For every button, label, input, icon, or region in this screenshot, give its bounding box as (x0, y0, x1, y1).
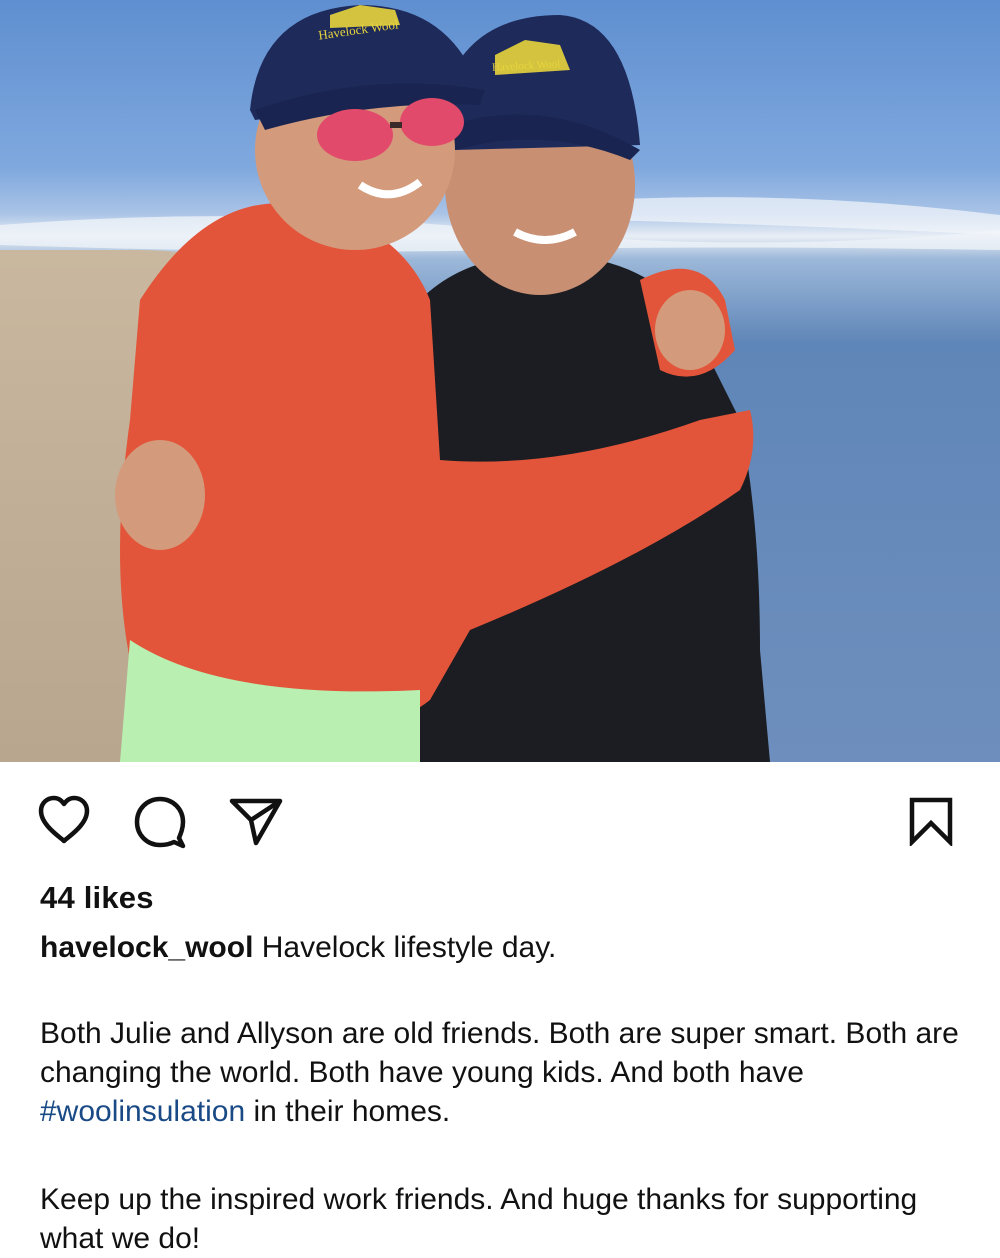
paragraph-2-text-before: Both Julie and Allyson are old friends. … (40, 1017, 959, 1089)
caption-username[interactable]: havelock_wool (40, 931, 253, 964)
hashtag-link[interactable]: #woolinsulation (40, 1095, 245, 1128)
post-photo[interactable]: Havelock Wool Havelock Wool (0, 0, 1000, 762)
photo-illustration (0, 5, 1000, 762)
bookmark-icon[interactable] (908, 796, 954, 846)
caption-text: Havelock lifestyle day. (261, 931, 557, 964)
caption-paragraph-2: Both Julie and Allyson are old friends. … (40, 1014, 970, 1131)
caption: havelock_wool Havelock lifestyle day. (40, 928, 970, 967)
likes-count[interactable]: 44 likes (40, 880, 154, 916)
paragraph-2-text-after: in their homes. (245, 1095, 451, 1128)
action-bar (0, 762, 1000, 872)
comment-bubble-icon[interactable] (132, 794, 188, 850)
heart-icon[interactable] (36, 794, 92, 846)
caption-paragraph-3: Keep up the inspired work friends. And h… (40, 1183, 918, 1255)
paper-plane-icon[interactable] (228, 796, 284, 848)
